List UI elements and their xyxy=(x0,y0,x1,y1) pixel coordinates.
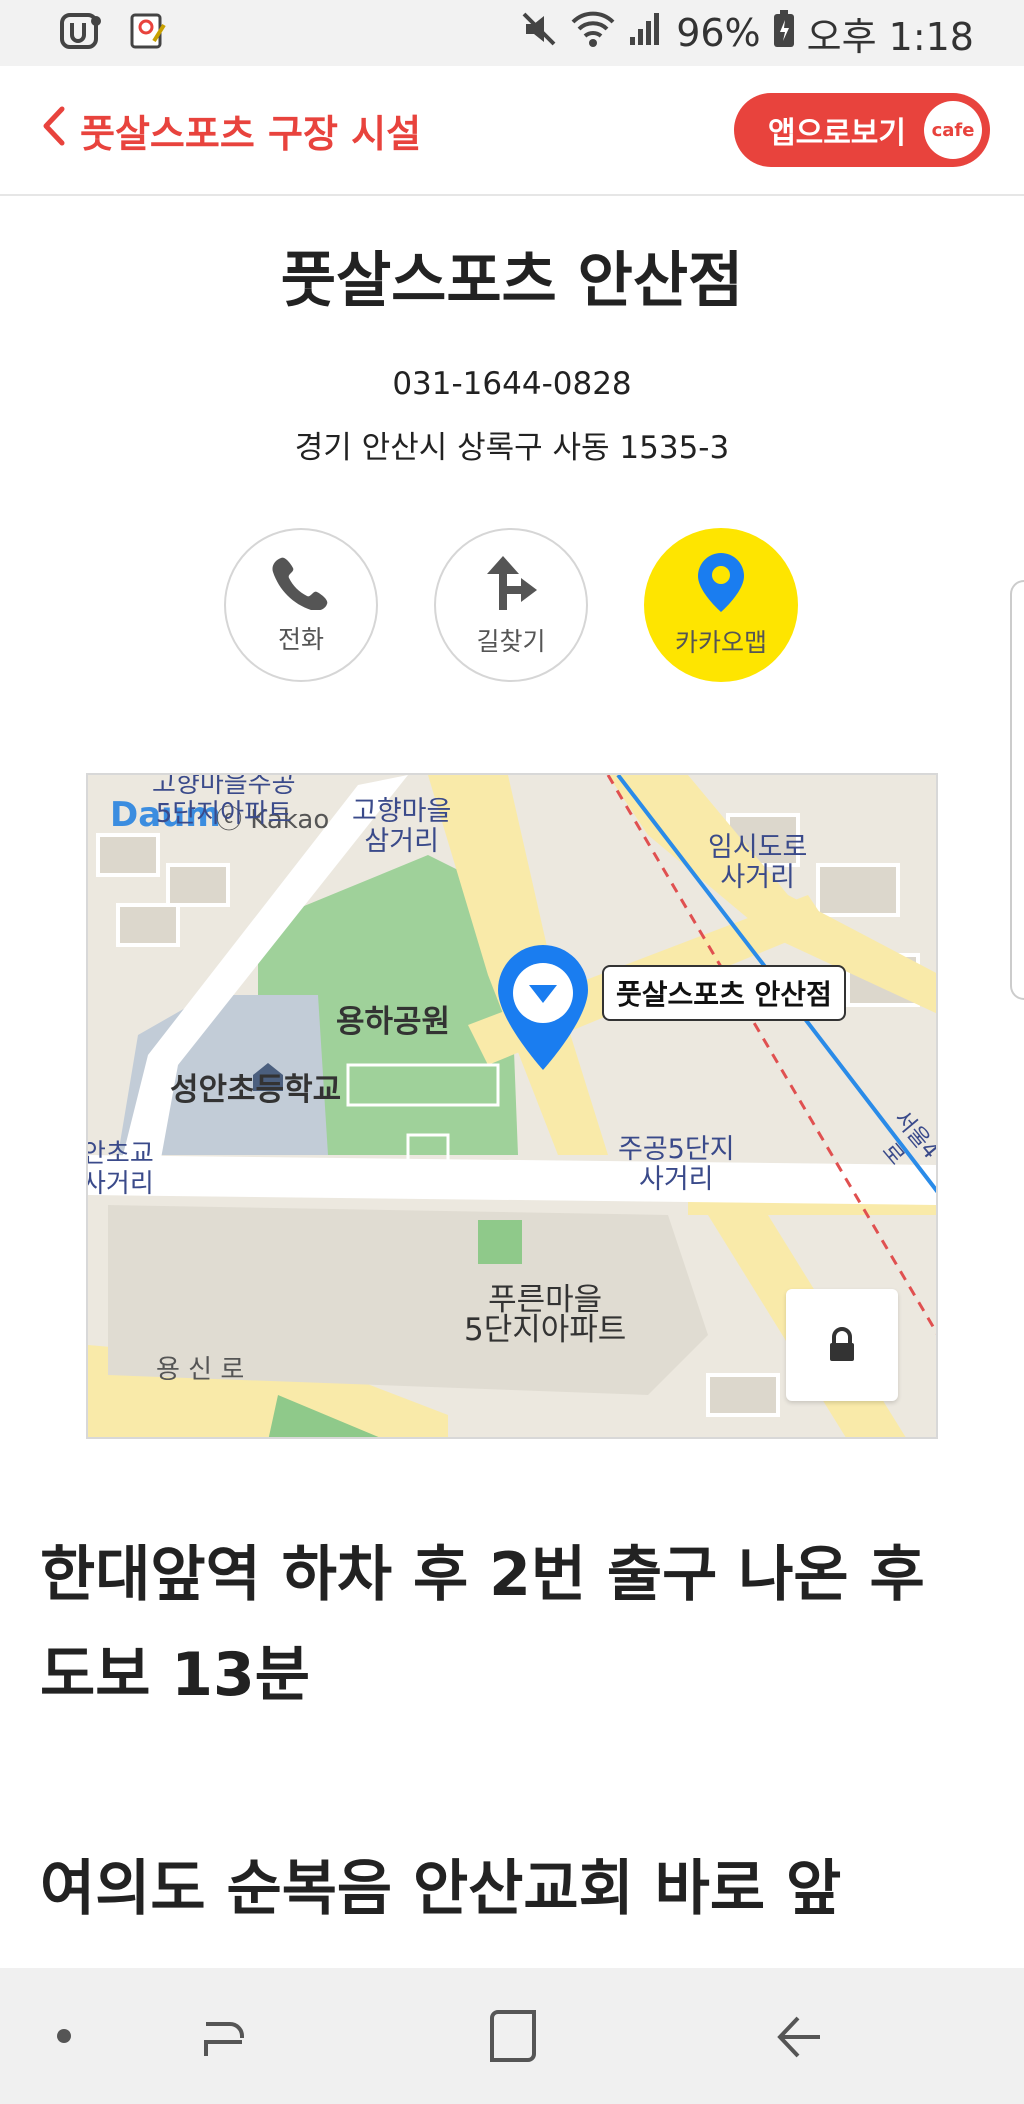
map-label-imsi-crossroad: 임시도로 사거리 xyxy=(708,832,808,893)
map-label-yongsin-road: 용 신 로 xyxy=(156,1355,245,1385)
edge-panel-handle[interactable] xyxy=(1010,580,1024,1000)
map[interactable]: Daum ⓒ Kakao 고향마을주공 5단지아파트 고향마을 삼거리 임시도로 사거… xyxy=(86,773,938,1439)
cafe-badge: cafe xyxy=(924,101,982,159)
back-nav-icon[interactable] xyxy=(774,2012,824,2066)
map-pin-label: 풋살스포츠 안산점 xyxy=(602,965,846,1021)
chevron-left-icon xyxy=(40,105,66,156)
dot-icon[interactable] xyxy=(56,2028,72,2048)
battery-percent: 96% xyxy=(676,11,761,55)
lock-icon xyxy=(828,1327,856,1363)
map-lock-button[interactable] xyxy=(786,1289,898,1401)
map-label-purun-apt: 푸른마을 5단지아파트 xyxy=(464,1282,627,1348)
directions-label: 길찾기 xyxy=(476,627,546,656)
notepad-icon xyxy=(128,11,168,55)
call-button[interactable]: 전화 xyxy=(224,528,378,682)
open-in-app-button[interactable]: 앱으로보기 cafe xyxy=(734,93,990,167)
map-label-yongha-park: 용하공원 xyxy=(336,1004,451,1040)
back-button[interactable]: 풋살스포츠 구장 시설 xyxy=(40,103,421,158)
kakao-map-button[interactable]: 카카오맵 xyxy=(644,528,798,682)
status-right: 96% 오후 1:18 xyxy=(520,6,974,61)
u-plus-icon xyxy=(60,11,104,55)
back-label: 풋살스포츠 구장 시설 xyxy=(80,111,422,156)
call-label: 전화 xyxy=(277,625,324,654)
battery-icon xyxy=(773,9,795,57)
phone-number[interactable]: 031-1644-0828 xyxy=(0,366,1024,402)
map-label-seongan-school: 성안초등학교 xyxy=(170,1072,342,1108)
directions-icon xyxy=(481,552,541,616)
landmark-text: 여의도 순복음 안산교회 바로 앞 xyxy=(40,1854,842,1924)
kakao-map-label: 카카오맵 xyxy=(674,628,767,657)
status-left xyxy=(60,11,168,55)
mute-icon xyxy=(520,10,558,57)
map-label-goyang-apt: 고향마을주공 5단지아파트 xyxy=(152,773,296,829)
home-icon[interactable] xyxy=(488,2010,538,2066)
map-label-jugong-crossroad: 주공5단지 사거리 xyxy=(618,1134,735,1195)
app-header: 풋살스포츠 구장 시설 앱으로보기 cafe xyxy=(0,66,1024,196)
recent-apps-icon[interactable] xyxy=(200,2012,250,2066)
wifi-icon xyxy=(570,10,616,57)
directions-button[interactable]: 길찾기 xyxy=(434,528,588,682)
clock: 오후 1:18 xyxy=(806,14,974,59)
phone-icon xyxy=(271,554,331,614)
map-pin-icon xyxy=(696,551,746,617)
map-label-anchogyo-crossroad: 안초교 사거리 xyxy=(86,1139,154,1199)
directions-text: 한대앞역 하차 후 2번 출구 나온 후 도보 13분 xyxy=(40,1540,925,1710)
address: 경기 안산시 상록구 사동 1535-3 xyxy=(294,430,730,466)
map-label-goyang-crossroad: 고향마을 삼거리 xyxy=(352,796,452,857)
action-buttons: 전화 길찾기 카카오맵 xyxy=(224,528,798,682)
system-nav-bar xyxy=(0,1968,1024,2104)
signal-icon xyxy=(628,11,664,56)
place-title: 풋살스포츠 안산점 xyxy=(280,246,744,316)
status-bar: 96% 오후 1:18 xyxy=(0,0,1024,66)
open-in-app-label: 앱으로보기 xyxy=(768,116,906,151)
